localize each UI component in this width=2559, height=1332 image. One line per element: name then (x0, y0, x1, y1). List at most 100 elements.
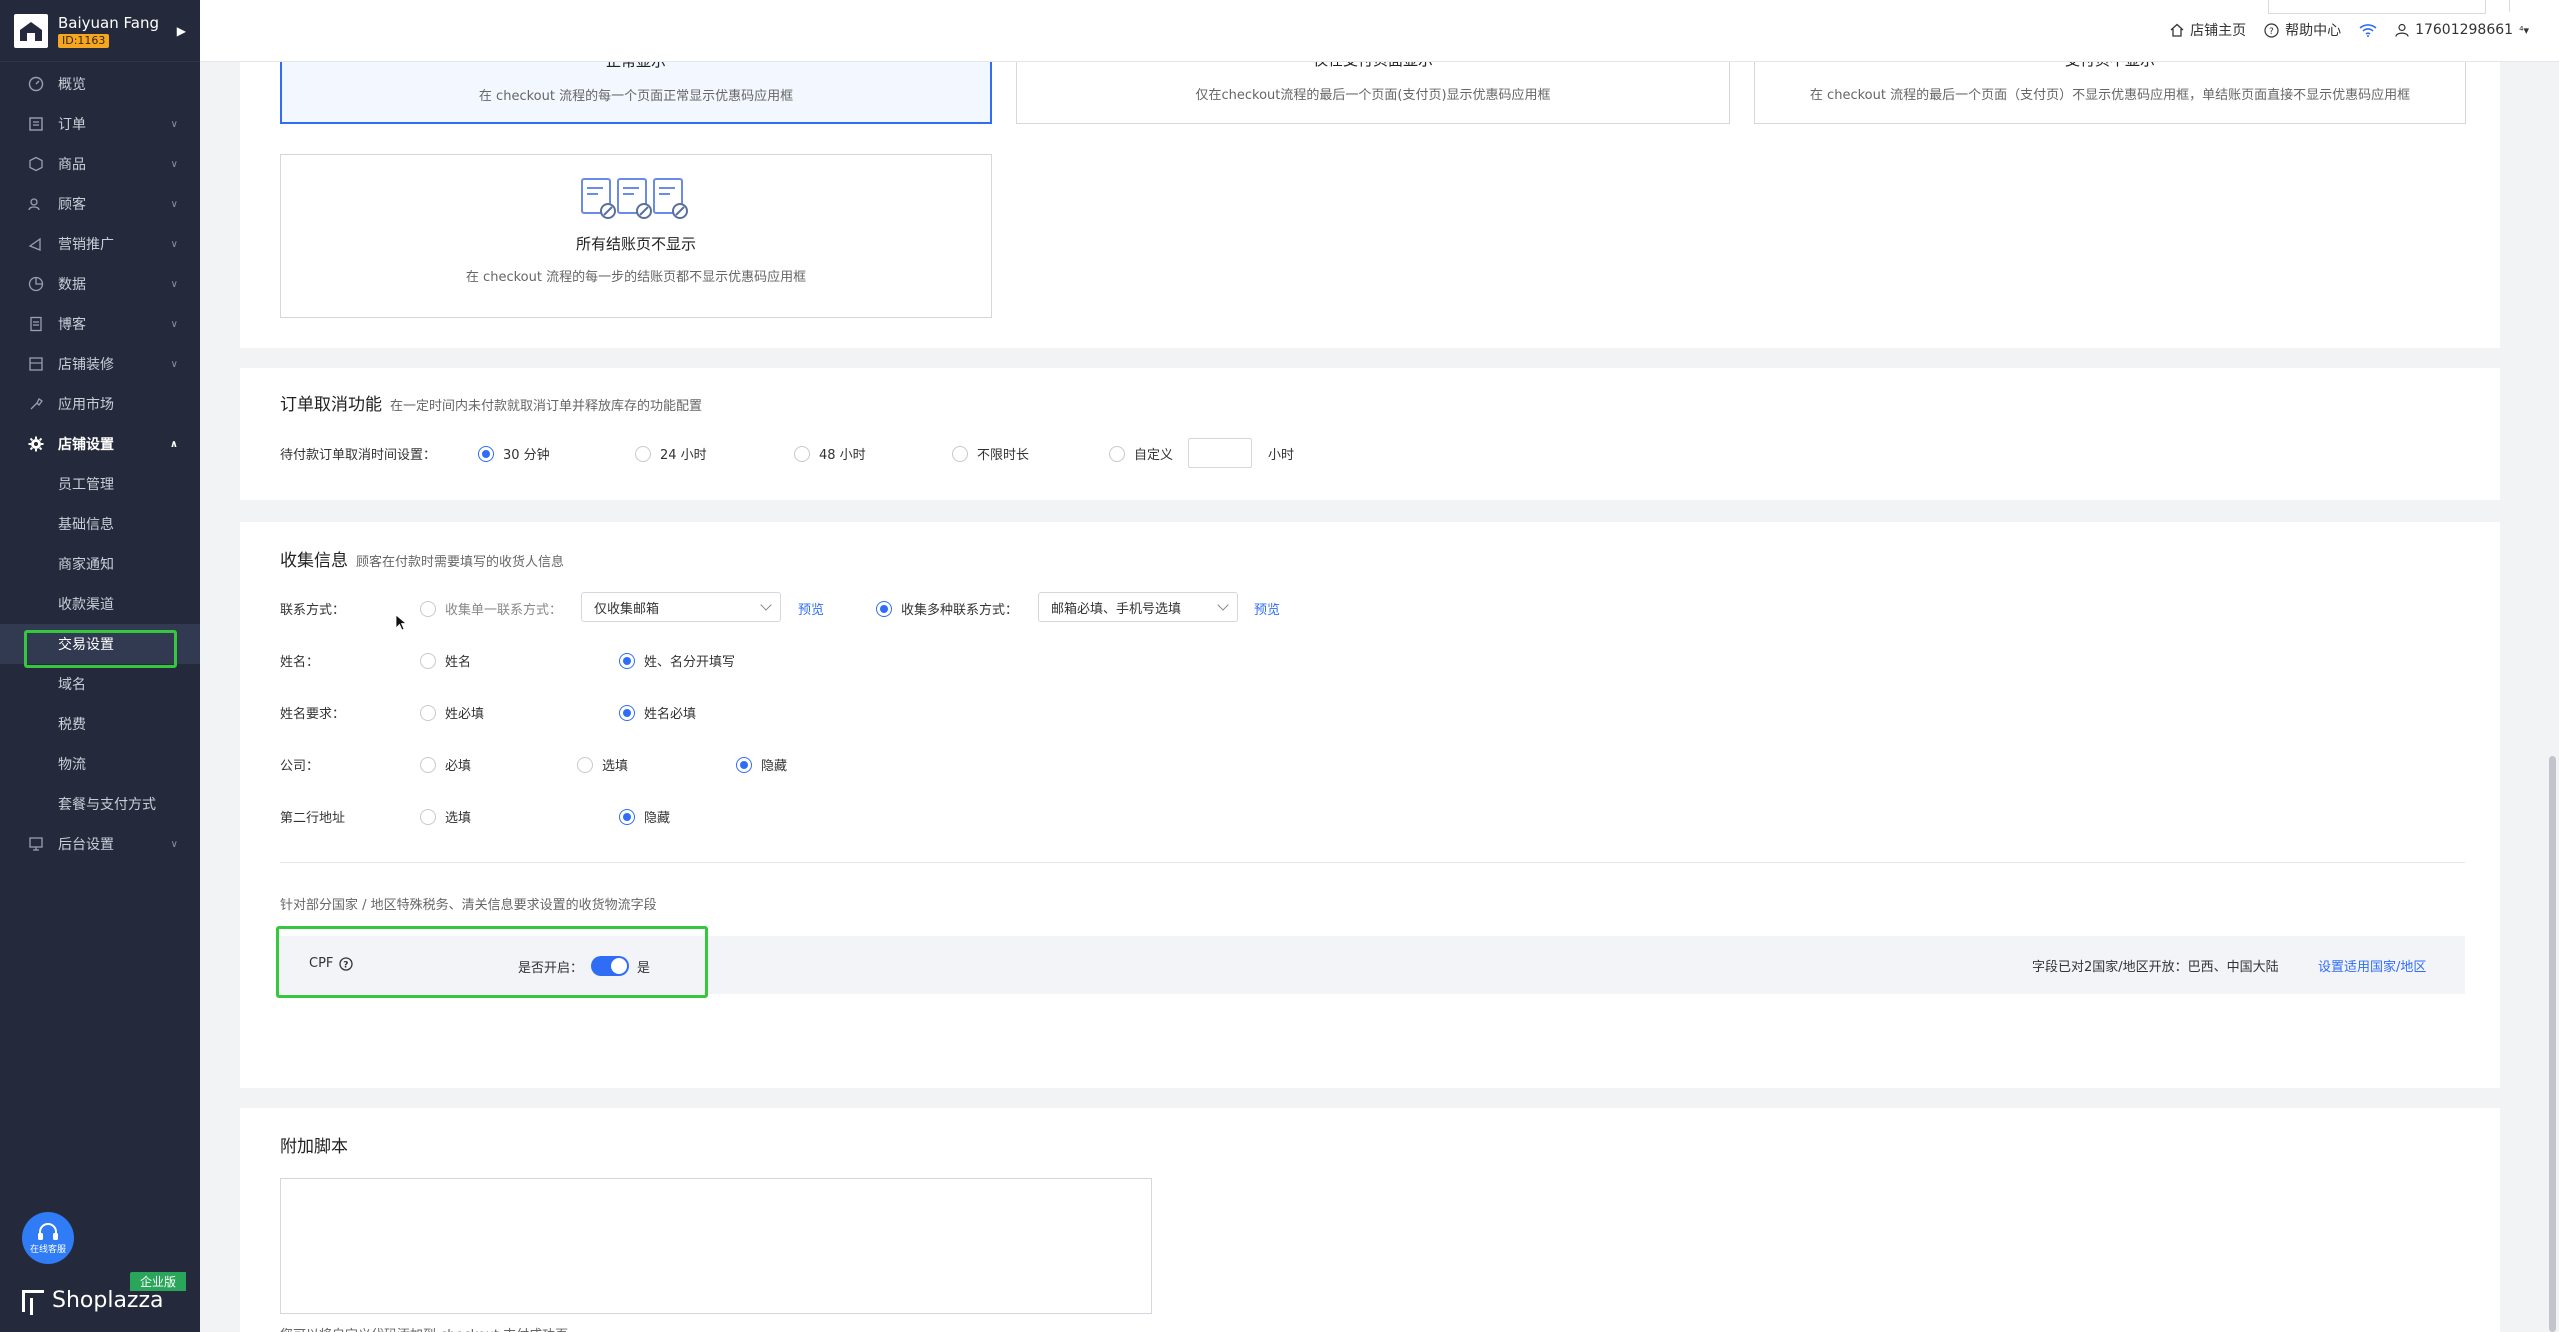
chevron-down-icon: ∨ (170, 358, 178, 370)
sidebar-sub-item-shipping[interactable]: 物流 (0, 744, 200, 784)
customer-icon (26, 196, 46, 212)
page-scrollbar[interactable] (2545, 62, 2559, 1332)
contact-single-option[interactable]: 收集单一联系方式： (420, 599, 562, 618)
radio-button[interactable] (619, 652, 635, 669)
radio-button[interactable] (478, 445, 494, 462)
sidebar-item-overview[interactable]: 概览 (0, 64, 200, 104)
sidebar-item-store-settings[interactable]: 店铺设置 ∧ (0, 424, 200, 464)
radio-button[interactable] (794, 445, 810, 462)
sidebar-sub-item-payment-channels[interactable]: 收款渠道 (0, 584, 200, 624)
set-countries-link[interactable]: 设置适用国家/地区 (2318, 956, 2426, 975)
radio-button[interactable] (577, 756, 593, 773)
cancel-option-custom[interactable]: 自定义 (1109, 444, 1173, 463)
radio-button[interactable] (952, 445, 968, 462)
radio-button[interactable] (736, 756, 752, 773)
cancel-option-30min[interactable]: 30 分钟 (478, 444, 550, 463)
chevron-down-icon: ∨ (170, 238, 178, 250)
store-switcher[interactable]: Baiyuan Fang ID:1163 ▶ (0, 0, 200, 62)
radio-button[interactable] (876, 600, 892, 617)
radio-button[interactable] (619, 704, 635, 721)
scrollbar-thumb[interactable] (2549, 756, 2556, 1332)
sidebar-item-apps[interactable]: 应用市场 (0, 384, 200, 424)
store-home-link[interactable]: 店铺主页 (2170, 20, 2246, 40)
select-value: 仅收集邮箱 (594, 601, 660, 617)
option-desc: 仅在checkout流程的最后一个页面(支付页)显示优惠码应用框 (1195, 88, 1551, 103)
help-center-link[interactable]: ? 帮助中心 (2264, 20, 2341, 40)
coupon-option-normal[interactable]: 正常显示 在 checkout 流程的每一个页面正常显示优惠码应用框 (280, 62, 992, 124)
coupon-option-hide-all[interactable]: 所有结账页不显示 在 checkout 流程的每一步的结账页都不显示优惠码应用框 (280, 154, 992, 318)
dropdown-popover-edge (2268, 0, 2510, 14)
sidebar-sub-item-basic-info[interactable]: 基础信息 (0, 504, 200, 544)
radio-button[interactable] (1109, 445, 1125, 462)
multi-contact-preview-link[interactable]: 预览 (1254, 599, 1280, 618)
account-menu[interactable]: 17601298661 ⁴▾ (2395, 22, 2529, 38)
caret-right-icon: ▶ (176, 23, 186, 38)
sidebar-item-marketing[interactable]: 营销推广 ∨ (0, 224, 200, 264)
sidebar-item-blog[interactable]: 博客 ∨ (0, 304, 200, 344)
sidebar-item-label: 数据 (58, 277, 86, 293)
sidebar-sub-item-domains[interactable]: 域名 (0, 664, 200, 704)
product-icon (26, 156, 46, 172)
chevron-down-icon: ∨ (170, 838, 178, 850)
additional-script-textarea[interactable] (280, 1178, 1152, 1314)
sidebar-item-label: 顾客 (58, 197, 86, 213)
radio-button[interactable] (619, 808, 635, 825)
sidebar-item-customers[interactable]: 顾客 ∨ (0, 184, 200, 224)
wifi-icon[interactable] (2359, 23, 2377, 37)
radio-button[interactable] (420, 600, 436, 617)
cancel-option-24h[interactable]: 24 小时 (635, 444, 707, 463)
name-label: 姓名： (280, 655, 320, 670)
cancel-option-48h[interactable]: 48 小时 (794, 444, 866, 463)
sidebar-sub-item-checkout-settings[interactable]: 交易设置 (0, 624, 200, 664)
option-label: 30 分钟 (503, 448, 550, 463)
custom-hours-input[interactable] (1188, 438, 1252, 468)
coupon-display-card: 正常显示 在 checkout 流程的每一个页面正常显示优惠码应用框 仅在支付页… (240, 62, 2500, 348)
sidebar-item-orders[interactable]: 订单 ∨ (0, 104, 200, 144)
radio-button[interactable] (420, 652, 436, 669)
sidebar-item-admin-settings[interactable]: 后台设置 ∨ (0, 824, 200, 864)
radio-button[interactable] (420, 756, 436, 773)
sidebar-item-data[interactable]: 数据 ∨ (0, 264, 200, 304)
top-bar: 店铺主页 ? 帮助中心 17601298661 ⁴▾ (200, 0, 2559, 62)
section-desc: 在一定时间内未付款就取消订单并释放库存的功能配置 (390, 399, 703, 414)
sidebar-item-label: 店铺设置 (58, 437, 114, 453)
option-title: 支付页不显示 (1755, 62, 2465, 70)
sidebar-item-label: 商品 (58, 157, 86, 173)
cancel-option-unlimited[interactable]: 不限时长 (952, 444, 1029, 463)
special-fields-note: 针对部分国家 / 地区特殊税务、清关信息要求设置的收货物流字段 (280, 898, 657, 913)
chevron-down-icon: ∨ (170, 278, 178, 290)
collect-info-card: 收集信息 顾客在付款时需要填写的收货人信息 联系方式： 收集单一联系方式： 仅收… (240, 522, 2500, 1088)
chevron-down-icon (1217, 599, 1229, 611)
company-option-optional[interactable]: 选填 (577, 755, 628, 774)
coupon-option-payment-only[interactable]: 仅在支付页面显示 仅在checkout流程的最后一个页面(支付页)显示优惠码应用… (1016, 62, 1730, 124)
sidebar-item-products[interactable]: 商品 ∨ (0, 144, 200, 184)
sidebar-sub-item-taxes[interactable]: 税费 (0, 704, 200, 744)
marketing-icon (26, 236, 46, 252)
multi-contact-select[interactable]: 邮箱必填、手机号选填 (1038, 592, 1238, 622)
company-label: 公司： (280, 759, 320, 774)
name-option-full[interactable]: 姓名 (420, 651, 471, 670)
company-option-required[interactable]: 必填 (420, 755, 471, 774)
name-option-split[interactable]: 姓、名分开填写 (619, 651, 735, 670)
radio-button[interactable] (420, 704, 436, 721)
divider (280, 862, 2465, 863)
contact-multi-option[interactable]: 收集多种联系方式： (876, 599, 1018, 618)
sidebar-item-theme[interactable]: 店铺装修 ∨ (0, 344, 200, 384)
chevron-up-icon: ∧ (169, 438, 178, 450)
online-support-button[interactable]: 在线客服 (22, 1212, 74, 1264)
name-required-option-full[interactable]: 姓名必填 (619, 703, 696, 722)
sidebar-sub-item-notifications[interactable]: 商家通知 (0, 544, 200, 584)
sidebar-sub-item-plans[interactable]: 套餐与支付方式 (0, 784, 200, 824)
coupon-option-hide-on-payment[interactable]: 支付页不显示 在 checkout 流程的最后一个页面（支付页）不显示优惠码应用… (1754, 62, 2466, 124)
radio-button[interactable] (420, 808, 436, 825)
single-contact-preview-link[interactable]: 预览 (798, 599, 824, 618)
single-contact-select[interactable]: 仅收集邮箱 (581, 592, 781, 622)
chevron-down-icon: ∨ (170, 158, 178, 170)
address2-option-optional[interactable]: 选填 (420, 807, 471, 826)
company-option-hidden[interactable]: 隐藏 (736, 755, 787, 774)
name-required-option-last[interactable]: 姓必填 (420, 703, 484, 722)
additional-script-card: 附加脚本 您可以将自定义代码添加到 checkout 支付成功页 (240, 1108, 2500, 1332)
address2-option-hidden[interactable]: 隐藏 (619, 807, 670, 826)
radio-button[interactable] (635, 445, 651, 462)
sidebar-sub-item-staff[interactable]: 员工管理 (0, 464, 200, 504)
